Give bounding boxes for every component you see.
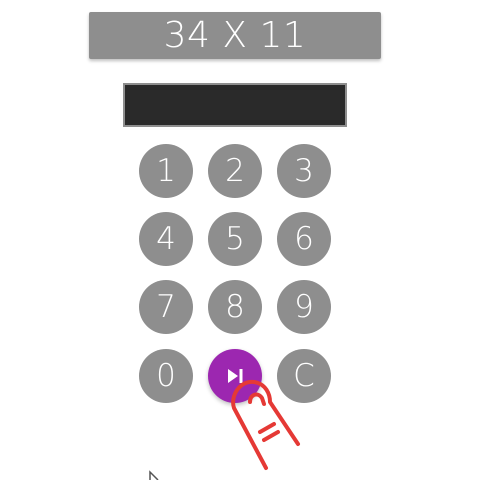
key-0[interactable]: 0 xyxy=(139,349,193,403)
key-9[interactable]: 9 xyxy=(277,280,331,334)
skip-next-icon xyxy=(228,369,243,383)
submit-button[interactable] xyxy=(208,349,262,403)
key-8[interactable]: 8 xyxy=(208,280,262,334)
key-3[interactable]: 3 xyxy=(277,144,331,198)
key-4[interactable]: 4 xyxy=(139,212,193,266)
answer-field[interactable] xyxy=(123,83,347,127)
key-2[interactable]: 2 xyxy=(208,144,262,198)
key-5[interactable]: 5 xyxy=(208,212,262,266)
problem-display: 34 X 11 xyxy=(89,12,381,59)
key-6[interactable]: 6 xyxy=(277,212,331,266)
key-7[interactable]: 7 xyxy=(139,280,193,334)
key-1[interactable]: 1 xyxy=(139,144,193,198)
clear-button[interactable]: C xyxy=(277,349,331,403)
problem-text: 34 X 11 xyxy=(163,15,307,56)
partial-icon xyxy=(149,470,159,480)
